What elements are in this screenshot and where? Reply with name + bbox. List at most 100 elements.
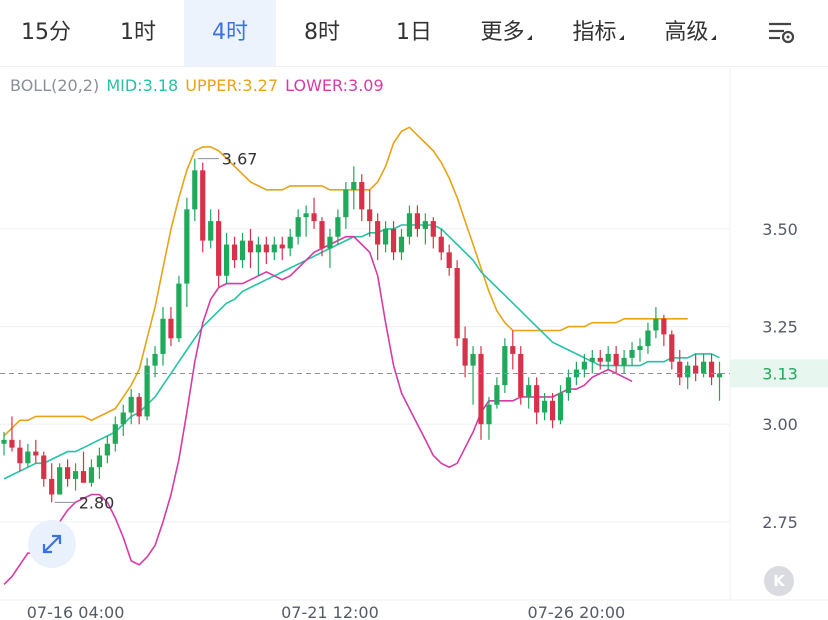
candle-body: [255, 244, 261, 253]
candle-body: [120, 412, 126, 425]
candle-body: [303, 213, 309, 218]
candle-body: [247, 240, 254, 253]
candle-body: [613, 353, 619, 366]
candle-body: [526, 385, 532, 397]
candle-body: [231, 244, 238, 261]
candle-body: [152, 353, 158, 366]
candle-body: [287, 236, 293, 249]
candle-body: [335, 217, 341, 237]
candle-body: [716, 373, 723, 378]
candle-body: [502, 346, 508, 386]
candle-body: [390, 228, 397, 253]
x-tick-label: 07-26 20:00: [528, 603, 626, 620]
candle-body: [462, 338, 468, 366]
candle-body: [478, 353, 484, 425]
candle-body: [88, 467, 95, 483]
candle-body: [518, 353, 524, 397]
candle-body: [271, 244, 277, 253]
boll-mid-line: [3, 224, 720, 480]
candle-body: [438, 236, 444, 253]
candle-body: [224, 244, 230, 276]
candle-body: [80, 471, 87, 483]
y-tick-label: 3.25: [762, 318, 798, 337]
candle-body: [565, 377, 572, 393]
candle-body: [192, 170, 198, 210]
candle-body: [542, 400, 548, 413]
candle-body: [128, 396, 134, 413]
candle-body: [176, 283, 182, 339]
candle-body: [629, 350, 635, 358]
candle-body: [319, 221, 325, 249]
candle-body: [470, 353, 476, 366]
candle-body: [41, 455, 47, 479]
candle-body: [49, 478, 55, 495]
candle-body: [383, 228, 389, 245]
candle-body: [311, 213, 317, 222]
y-tick-label: 2.75: [762, 513, 798, 532]
candle-body: [359, 182, 365, 210]
x-tick-label: 07-16 04:00: [27, 603, 125, 620]
boll-upper-line: [3, 126, 688, 437]
candle-body: [367, 209, 373, 222]
candle-body: [589, 357, 595, 362]
candle-body: [57, 467, 63, 495]
candle-body: [327, 236, 333, 249]
candle-body: [112, 424, 118, 444]
candle-body: [351, 182, 357, 190]
candle-body: [200, 170, 206, 241]
candle-body: [65, 467, 71, 479]
y-tick-label: 3.50: [762, 220, 798, 239]
candle-body: [677, 361, 683, 378]
candle-body: [239, 240, 246, 261]
candle-body: [406, 213, 413, 237]
candle-body: [653, 318, 659, 331]
candle-body: [104, 443, 110, 456]
candle-body: [454, 267, 460, 339]
candle-body: [701, 361, 707, 374]
candle-body: [343, 189, 349, 218]
candle-body: [216, 221, 222, 276]
candle-body: [661, 318, 667, 335]
candle-body: [25, 451, 31, 464]
expand-arrows-icon: [42, 534, 62, 554]
x-tick-label: 07-21 12:00: [281, 603, 379, 620]
candle-body: [430, 221, 436, 237]
candle-body: [597, 357, 603, 362]
min-price-label: 2.80: [79, 493, 115, 512]
y-tick-label: 3.00: [762, 415, 798, 434]
expand-button[interactable]: [28, 520, 76, 568]
candlestick-chart[interactable]: 3.50 3.25 3.00 2.75 07-16 04:00 07-21 12:00 07…: [0, 0, 828, 620]
candle-body: [621, 357, 627, 366]
candle-body: [605, 353, 611, 362]
max-price-label: 3.67: [222, 150, 258, 169]
candle-body: [685, 365, 691, 378]
candle-body: [375, 221, 381, 245]
candle-body: [669, 334, 675, 362]
candle-body: [168, 318, 174, 339]
candle-body: [534, 385, 540, 413]
candle-body: [549, 400, 556, 421]
candle-body: [184, 209, 190, 284]
candle-body: [637, 346, 643, 350]
candle-body: [208, 221, 214, 241]
candle-body: [263, 244, 269, 253]
candle-body: [693, 365, 699, 374]
candle-body: [279, 244, 285, 249]
candle-body: [17, 447, 23, 464]
candle-body: [160, 318, 166, 354]
candle-body: [422, 221, 428, 229]
candle-body: [414, 213, 420, 229]
candle-body: [708, 361, 715, 378]
candle-body: [398, 236, 405, 253]
candle-body: [33, 451, 39, 456]
candle-body: [581, 361, 587, 370]
current-price-label: 3.13: [762, 364, 798, 383]
candle-body: [9, 439, 15, 448]
candle-body: [1, 439, 7, 444]
kline-button[interactable]: K: [764, 566, 794, 596]
candle-body: [645, 330, 651, 347]
candle-body: [96, 455, 102, 468]
candle-body: [510, 346, 516, 354]
candle-body: [486, 404, 492, 425]
candle-body: [494, 385, 500, 405]
